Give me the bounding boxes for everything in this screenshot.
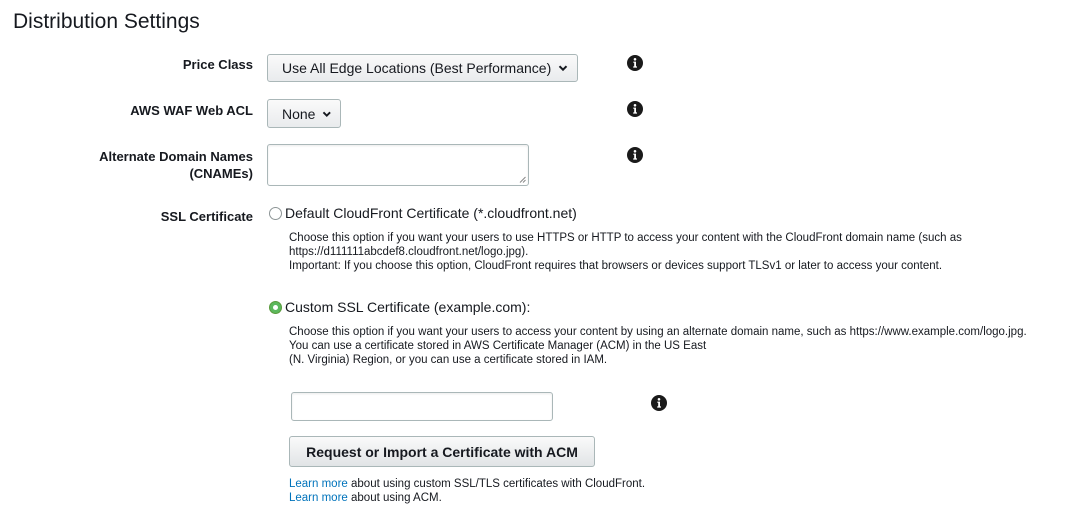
cnames-textarea[interactable] (267, 144, 529, 186)
description-line: https://d111111abcdef8.cloudfront.net/lo… (289, 246, 529, 258)
page-title: Distribution Settings (13, 10, 200, 33)
waf-value: None (282, 105, 316, 122)
ssl-certificate-label: SSL Certificate (160, 209, 253, 224)
price-class-value: Use All Edge Locations (Best Performance… (282, 60, 552, 76)
info-icon[interactable] (627, 147, 643, 163)
certificate-input[interactable] (291, 392, 553, 421)
custom-certificate-radio[interactable] (269, 301, 282, 314)
learn-more-ssl: Learn more about using custom SSL/TLS ce… (289, 477, 645, 491)
price-class-label: Price Class (182, 57, 253, 72)
learn-more-acm-text: about using ACM. (347, 492, 442, 504)
price-class-select[interactable]: Use All Edge Locations (Best Performance… (267, 54, 578, 82)
waf-select[interactable]: None (267, 99, 341, 128)
default-certificate-radio[interactable] (269, 207, 282, 220)
cnames-label-line1: Alternate Domain Names (99, 149, 253, 164)
chevron-down-icon (559, 65, 568, 72)
description-line: (N. Virginia) Region, or you can use a c… (289, 354, 608, 366)
info-icon[interactable] (651, 395, 667, 411)
waf-label: AWS WAF Web ACL (130, 103, 253, 118)
learn-more-ssl-text: about using custom SSL/TLS certificates … (347, 478, 646, 490)
default-certificate-label[interactable]: Default CloudFront Certificate (*.cloudf… (285, 204, 577, 222)
learn-more-ssl-link[interactable]: Learn more (289, 478, 348, 490)
learn-more-acm-link[interactable]: Learn more (289, 492, 348, 504)
learn-more-acm: Learn more about using ACM. (289, 491, 442, 505)
chevron-down-icon (323, 111, 332, 117)
resize-grip-icon[interactable] (519, 176, 526, 183)
info-icon[interactable] (627, 55, 643, 71)
description-line: Choose this option if you want your user… (289, 232, 962, 244)
custom-certificate-label[interactable]: Custom SSL Certificate (example.com): (285, 298, 530, 316)
description-line: Choose this option if you want your user… (289, 326, 1027, 338)
info-icon[interactable] (627, 101, 643, 117)
request-import-certificate-button[interactable]: Request or Import a Certificate with ACM (289, 436, 595, 467)
cnames-label: Alternate Domain Names (CNAMEs) (99, 148, 253, 182)
description-line: Important: If you choose this option, Cl… (289, 260, 943, 272)
description-line: You can use a certificate stored in AWS … (289, 340, 707, 352)
cnames-label-line2: (CNAMEs) (189, 166, 253, 181)
